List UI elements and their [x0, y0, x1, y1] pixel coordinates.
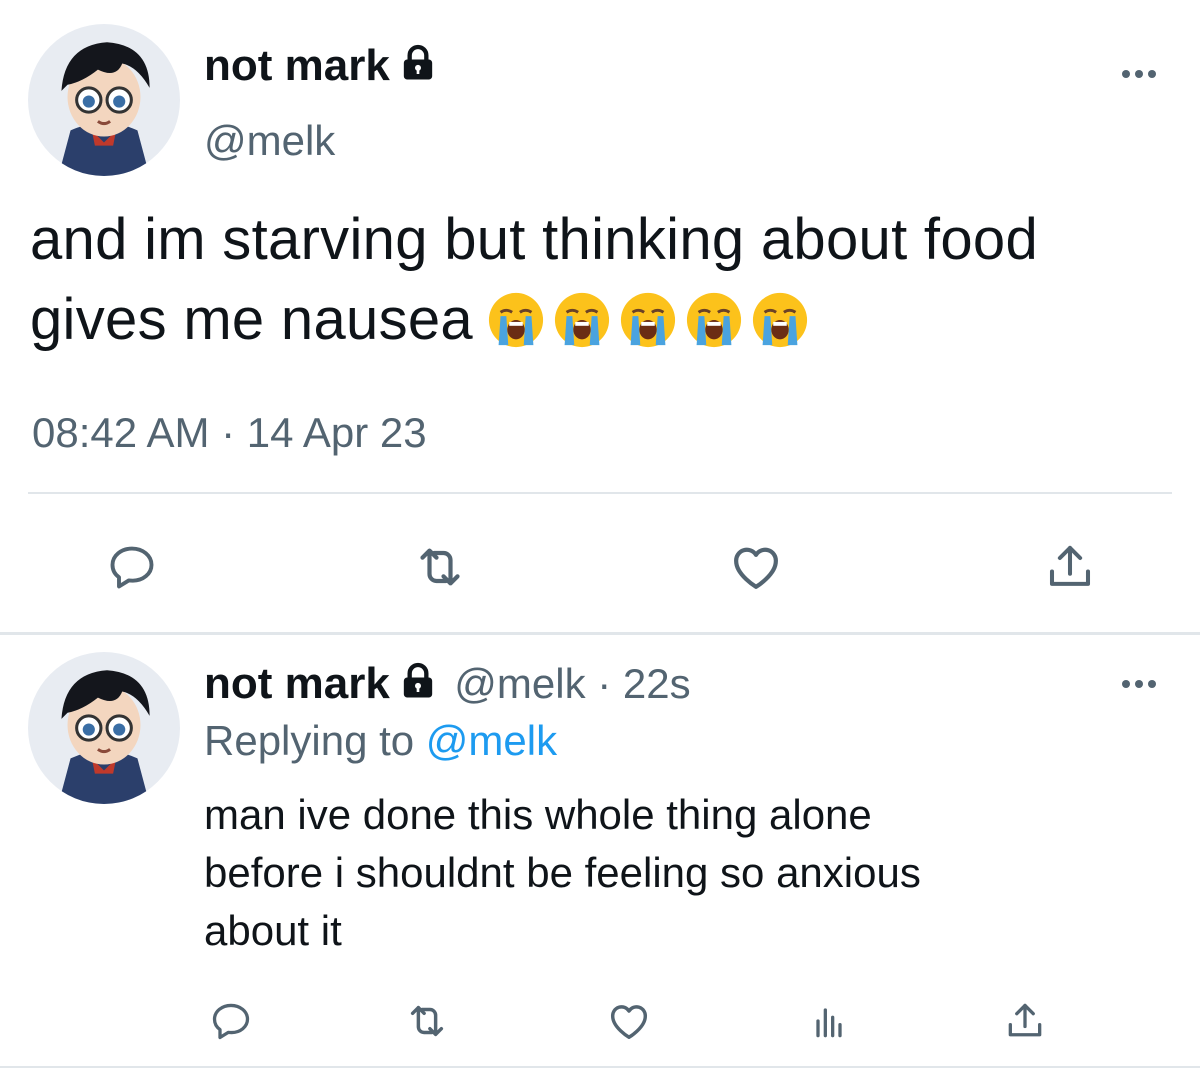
like-icon: [734, 547, 778, 589]
display-name-text: not mark: [204, 659, 390, 708]
share-icon: [1049, 545, 1091, 586]
like-icon: [610, 1005, 648, 1040]
reply-button[interactable]: [100, 535, 164, 599]
replying-handle-link[interactable]: @melk: [426, 717, 557, 764]
tweet-text-line-2: gives me nausea: [30, 280, 1180, 360]
avatar[interactable]: [28, 652, 180, 804]
share-button[interactable]: [1000, 996, 1050, 1046]
reply-text-line-2: before i shouldnt be feeling so anxious: [204, 849, 921, 896]
avatar[interactable]: [28, 24, 180, 176]
lock-icon: [398, 660, 438, 712]
retweet-icon: [420, 548, 460, 586]
reply-text: man ive done this whole thing alone befo…: [204, 786, 1134, 960]
section-divider: [0, 632, 1200, 635]
tweet-text-line-1: and im starving but thinking about food: [30, 207, 1039, 272]
emoji-group: [487, 291, 809, 349]
avatar-image: [28, 24, 180, 176]
reply-icon: [212, 1003, 250, 1040]
reply-text-line-1: man ive done this whole thing alone: [204, 791, 872, 838]
like-button[interactable]: [724, 535, 788, 599]
share-button[interactable]: [1038, 535, 1102, 599]
like-button[interactable]: [604, 996, 654, 1046]
tweet-timestamp[interactable]: 08:42 AM · 14 Apr 23: [32, 408, 427, 458]
crying-face-icon: [686, 292, 742, 348]
crying-face-icon: [488, 292, 544, 348]
crying-face-icon: [554, 292, 610, 348]
retweet-button[interactable]: [408, 535, 472, 599]
display-name[interactable]: not mark: [204, 40, 438, 94]
reply-icon: [110, 546, 154, 589]
reply-header: not mark @melk · 22s: [204, 658, 691, 712]
reply-button[interactable]: [206, 996, 256, 1046]
replying-to: Replying to @melk: [204, 716, 557, 766]
share-icon: [1008, 1003, 1042, 1037]
tweet-text: and im starving but thinking about food …: [30, 200, 1180, 360]
analytics-icon: [816, 1008, 842, 1038]
display-name[interactable]: not mark: [204, 659, 438, 708]
analytics-button[interactable]: [804, 996, 854, 1046]
crying-face-icon: [620, 292, 676, 348]
tweet-text-line-2-text: gives me nausea: [30, 287, 473, 352]
reply-text-line-3: about it: [204, 907, 342, 954]
lock-icon: [398, 42, 438, 94]
retweet-icon: [410, 1005, 444, 1037]
display-name-text: not mark: [204, 41, 390, 90]
crying-face-icon: [752, 292, 808, 348]
replying-prefix: Replying to: [204, 717, 415, 764]
more-icon[interactable]: [1122, 680, 1156, 688]
divider: [28, 492, 1172, 494]
handle-time[interactable]: @melk · 22s: [454, 660, 690, 707]
avatar-image: [28, 652, 180, 804]
retweet-button[interactable]: [402, 996, 452, 1046]
more-icon[interactable]: [1122, 70, 1156, 78]
handle[interactable]: @melk: [204, 116, 335, 166]
bottom-divider: [0, 1066, 1200, 1068]
